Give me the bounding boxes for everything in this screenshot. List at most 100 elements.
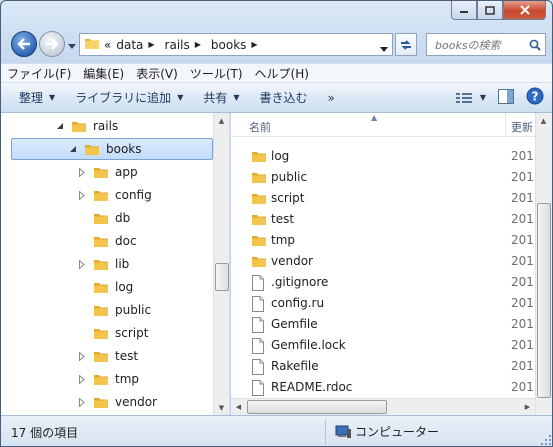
- list-horizontal-thumb[interactable]: [247, 400, 387, 414]
- column-headers: ▲ 名前 更新: [231, 113, 535, 137]
- file-row-gemfile-lock[interactable]: Gemfile.lock 201: [231, 335, 535, 356]
- command-bar: 整理 ▼ ライブラリに追加 ▼ 共有 ▼ 書き込む » ▼ ?: [1, 83, 552, 113]
- tree-item-log[interactable]: log: [1, 276, 211, 298]
- file-name: vendor: [271, 254, 313, 268]
- preview-pane-button[interactable]: [498, 88, 514, 107]
- file-name: public: [271, 170, 308, 184]
- search-box[interactable]: booksの検索: [426, 33, 546, 56]
- file-row-config-ru[interactable]: config.ru 201: [231, 293, 535, 314]
- close-button[interactable]: [503, 1, 546, 20]
- tree-scroll-thumb[interactable]: [215, 263, 229, 291]
- share-button[interactable]: 共有 ▼: [203, 89, 239, 106]
- scroll-left-arrow[interactable]: ◀: [231, 399, 246, 414]
- address-dropdown[interactable]: [380, 41, 388, 55]
- tree-item-rails[interactable]: rails: [1, 115, 211, 137]
- tree-item-books[interactable]: books: [11, 138, 213, 160]
- tree-scrollbar[interactable]: ▲ ▼: [213, 113, 229, 415]
- tree-item-tmp[interactable]: tmp: [1, 368, 211, 390]
- folder-icon: [93, 257, 109, 271]
- collapsed-arrow-icon[interactable]: [77, 259, 87, 269]
- address-bar[interactable]: « data ▶ rails ▶ books ▶: [79, 33, 393, 56]
- tree-item-config[interactable]: config: [1, 184, 211, 206]
- resize-grip-icon[interactable]: [541, 435, 552, 446]
- scroll-up-arrow[interactable]: ▲: [214, 113, 229, 128]
- file-row-test[interactable]: test 201: [231, 209, 535, 230]
- tree-item-lib[interactable]: lib: [1, 253, 211, 275]
- more-commands-button[interactable]: »: [328, 91, 335, 105]
- breadcrumb-overflow[interactable]: «: [104, 38, 111, 52]
- change-view-button[interactable]: ▼: [455, 92, 486, 104]
- list-scroll-thumb[interactable]: [537, 203, 551, 398]
- collapsed-arrow-icon[interactable]: [77, 374, 87, 384]
- column-date-header[interactable]: 更新: [511, 119, 533, 135]
- back-button[interactable]: [11, 31, 37, 57]
- folder-icon: [251, 254, 267, 268]
- file-row-gemfile[interactable]: Gemfile 201: [231, 314, 535, 335]
- expanded-arrow-icon[interactable]: [55, 122, 65, 130]
- list-horizontal-scrollbar[interactable]: ◀ ▶: [231, 398, 535, 415]
- tree-item-vendor[interactable]: vendor: [1, 391, 211, 413]
- scroll-up-arrow[interactable]: ▲: [536, 113, 551, 128]
- file-row-vendor[interactable]: vendor 201: [231, 251, 535, 272]
- tree-item-db[interactable]: db: [1, 207, 211, 229]
- menu-file[interactable]: ファイル(F): [7, 65, 71, 82]
- collapsed-arrow-icon[interactable]: [77, 167, 87, 177]
- file-row-rakefile[interactable]: Rakefile 201: [231, 356, 535, 377]
- list-vertical-scrollbar[interactable]: ▲: [535, 113, 552, 415]
- chevron-down-icon: [68, 43, 76, 49]
- breadcrumb-separator[interactable]: ▶: [251, 40, 262, 49]
- file-row-gitignore[interactable]: .gitignore 201: [231, 272, 535, 293]
- search-icon[interactable]: [525, 39, 545, 51]
- file-icon: [251, 296, 265, 312]
- file-row-readme-rdoc[interactable]: README.rdoc 201: [231, 377, 535, 398]
- folder-icon: [251, 233, 267, 247]
- refresh-button[interactable]: [395, 33, 417, 56]
- breadcrumb-separator[interactable]: ▶: [195, 40, 206, 49]
- tree-item-label: app: [115, 165, 138, 179]
- scroll-right-arrow[interactable]: ▶: [520, 399, 535, 414]
- expanded-arrow-icon[interactable]: [68, 145, 78, 153]
- burn-button[interactable]: 書き込む: [260, 89, 308, 106]
- include-in-library-button[interactable]: ライブラリに追加 ▼: [75, 89, 183, 106]
- file-name: test: [271, 212, 295, 226]
- folder-icon: [93, 303, 109, 317]
- file-date: 201: [511, 380, 534, 394]
- forward-button[interactable]: [39, 31, 65, 57]
- tree-item-script[interactable]: script: [1, 322, 211, 344]
- explorer-window: « data ▶ rails ▶ books ▶ booksの検索 ファイル(F…: [0, 0, 553, 447]
- scroll-down-arrow[interactable]: ▼: [214, 400, 229, 415]
- organize-button[interactable]: 整理 ▼: [19, 89, 55, 106]
- maximize-button[interactable]: [477, 1, 503, 20]
- menu-view[interactable]: 表示(V): [136, 65, 178, 82]
- tree-item-app[interactable]: app: [1, 161, 211, 183]
- menu-tools[interactable]: ツール(T): [190, 65, 243, 82]
- file-name: config.ru: [271, 296, 325, 310]
- collapsed-arrow-icon[interactable]: [77, 190, 87, 200]
- breadcrumb-item[interactable]: rails: [165, 38, 190, 52]
- file-row-public[interactable]: public 201: [231, 167, 535, 188]
- tree-item-doc[interactable]: doc: [1, 230, 211, 252]
- breadcrumb-separator[interactable]: ▶: [148, 40, 159, 49]
- file-name: README.rdoc: [271, 380, 353, 394]
- tree-item-public[interactable]: public: [1, 299, 211, 321]
- menu-help[interactable]: ヘルプ(H): [255, 65, 309, 82]
- menu-edit[interactable]: 編集(E): [83, 65, 124, 82]
- recent-pages-dropdown[interactable]: [66, 41, 78, 51]
- file-date: 201: [511, 338, 534, 352]
- file-row-log[interactable]: log 201: [231, 146, 535, 167]
- tree-item-test[interactable]: test: [1, 345, 211, 367]
- collapsed-arrow-icon[interactable]: [77, 351, 87, 361]
- breadcrumb-item[interactable]: books: [211, 38, 247, 52]
- collapsed-arrow-icon[interactable]: [77, 397, 87, 407]
- file-date: 201: [511, 170, 534, 184]
- file-row-tmp[interactable]: tmp 201: [231, 230, 535, 251]
- minimize-icon: [460, 11, 468, 13]
- column-divider[interactable]: [505, 113, 506, 137]
- column-name-header[interactable]: 名前: [249, 119, 271, 135]
- minimize-button[interactable]: [451, 1, 477, 20]
- help-button[interactable]: ?: [526, 87, 544, 108]
- breadcrumb-item[interactable]: data: [116, 38, 143, 52]
- file-row-script[interactable]: script 201: [231, 188, 535, 209]
- chevron-down-icon: ▼: [49, 93, 56, 102]
- status-divider: [325, 419, 326, 445]
